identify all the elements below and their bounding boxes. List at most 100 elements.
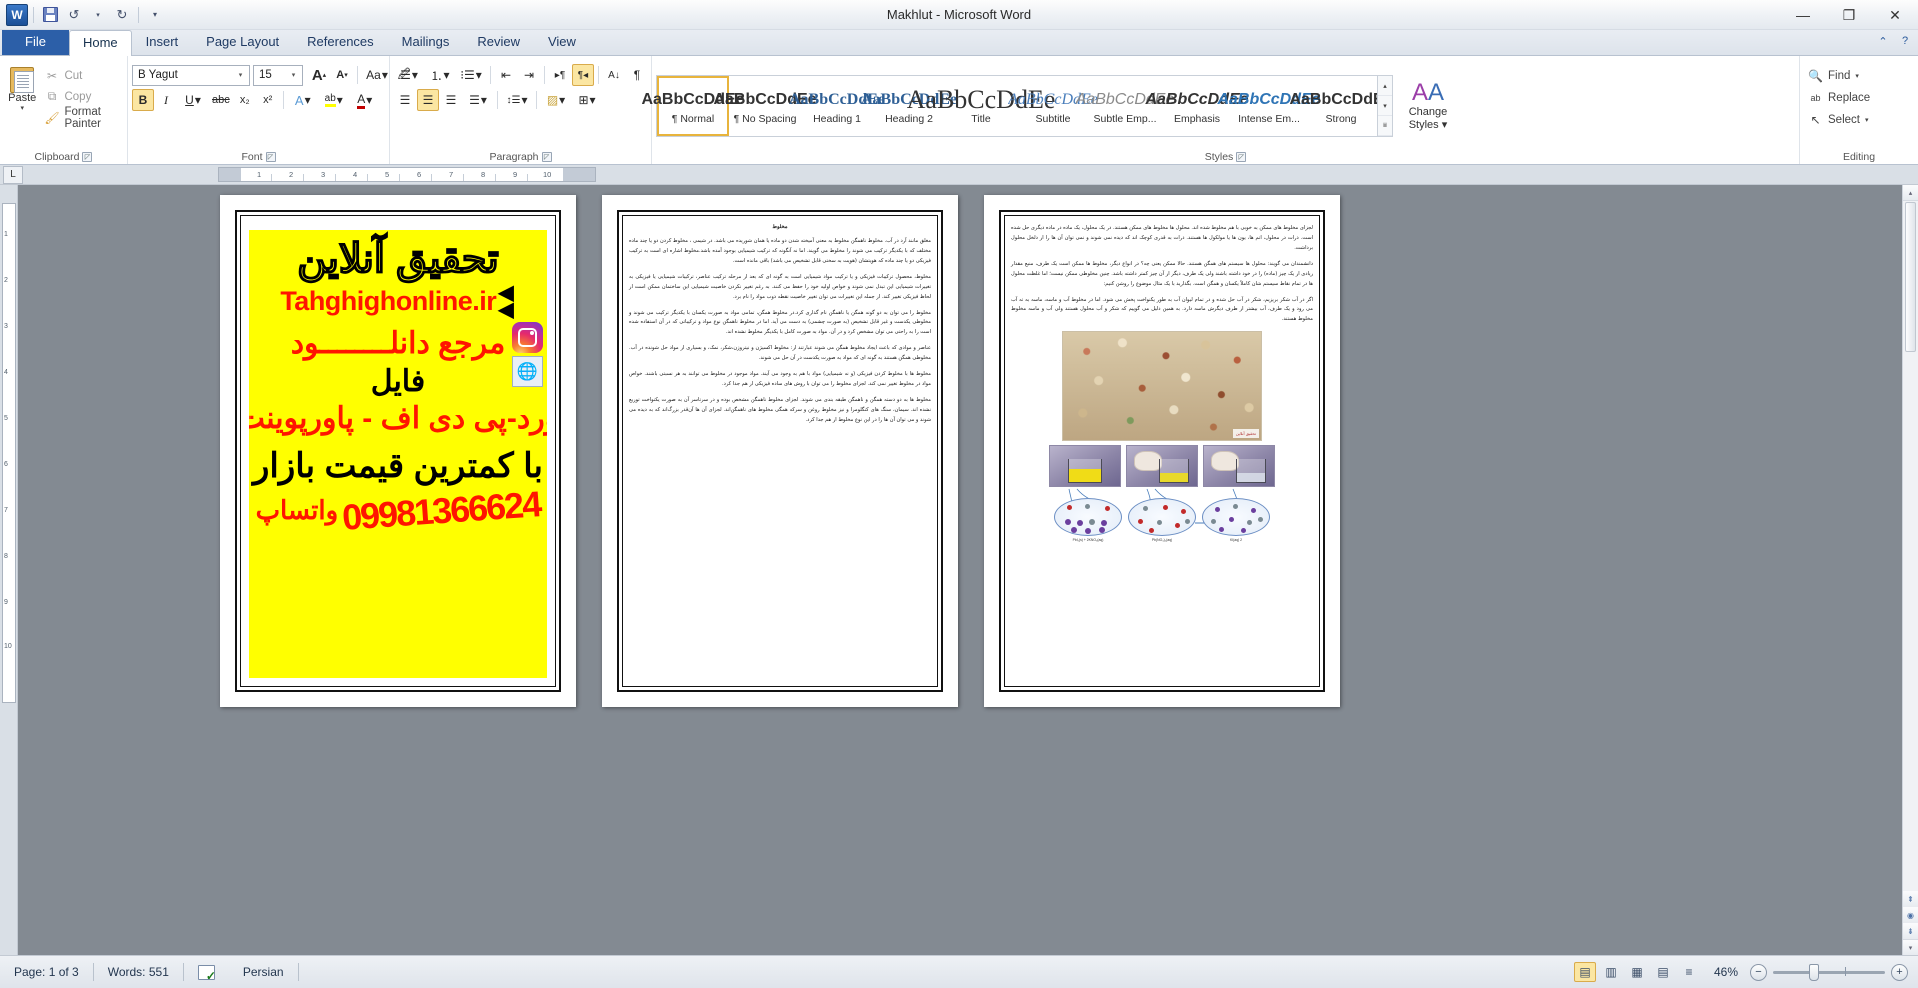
document-page-2[interactable]: مخلوط مغلق مانند آرد در آب. مخلوط ناهمگن…: [602, 195, 958, 707]
save-icon[interactable]: [39, 4, 61, 26]
document-page-1[interactable]: تحقیق آنلاین ◀ ◀ Tahghighonline.ir 🌐 مرج…: [220, 195, 576, 707]
find-dropdown-icon[interactable]: ▾: [1855, 72, 1859, 80]
chevron-down-icon[interactable]: ▾: [234, 71, 247, 79]
styles-gallery-scrollbar[interactable]: ▴ ▾ ⩸: [1377, 76, 1392, 136]
align-right-button[interactable]: ☰: [440, 89, 462, 111]
format-painter-button[interactable]: 🖌 Format Painter: [40, 106, 123, 130]
tab-page-layout[interactable]: Page Layout: [192, 29, 293, 55]
close-button[interactable]: ✕: [1872, 0, 1918, 30]
tab-home[interactable]: Home: [68, 30, 132, 56]
page-indicator[interactable]: Page: 1 of 3: [0, 956, 93, 988]
select-dropdown-icon[interactable]: ▾: [1865, 116, 1869, 124]
rtl-text-direction-button[interactable]: ¶◂: [572, 64, 594, 86]
font-color-button[interactable]: A ▾: [350, 89, 380, 111]
vertical-scrollbar[interactable]: ▴ ⇞ ◉ ⇟ ▾: [1902, 185, 1918, 955]
scroll-up-icon[interactable]: ▴: [1903, 185, 1918, 201]
bullets-button[interactable]: ☰ ▾: [394, 64, 424, 86]
vertical-ruler[interactable]: 1 2 3 4 5 6 7 8 9 10: [0, 185, 18, 955]
paste-dropdown-icon[interactable]: ▾: [20, 104, 24, 112]
tab-file[interactable]: File: [2, 28, 69, 55]
line-spacing-button[interactable]: ↕☰ ▾: [502, 89, 532, 111]
ltr-text-direction-button[interactable]: ▸¶: [549, 64, 571, 86]
chevron-down-icon[interactable]: ▾: [481, 93, 487, 107]
gallery-more-icon[interactable]: ⩸: [1378, 116, 1392, 136]
horizontal-ruler[interactable]: 1 2 3 4 5 6 7 8 9 10: [218, 167, 596, 182]
view-web-layout-button[interactable]: ▦: [1626, 962, 1648, 982]
tab-view[interactable]: View: [534, 29, 590, 55]
chevron-down-icon[interactable]: ▾: [559, 93, 565, 107]
undo-icon[interactable]: ↺: [63, 4, 85, 26]
find-button[interactable]: 🔍 Find ▾: [1804, 65, 1863, 86]
shading-button[interactable]: ▨ ▾: [541, 89, 571, 111]
copy-button[interactable]: ⧉ Copy: [40, 86, 123, 107]
paragraph-dialog-launcher[interactable]: ◸: [541, 151, 552, 162]
chevron-down-icon[interactable]: ▾: [305, 93, 311, 107]
customize-qat-icon[interactable]: ▾: [144, 4, 166, 26]
tab-mailings[interactable]: Mailings: [388, 29, 464, 55]
replace-button[interactable]: ab Replace: [1804, 87, 1874, 108]
justify-button[interactable]: ☰ ▾: [463, 89, 493, 111]
chevron-down-icon[interactable]: ▾: [521, 93, 527, 107]
style-strong[interactable]: AaBbCcDdEe Strong: [1289, 76, 1392, 136]
zoom-out-button[interactable]: −: [1750, 963, 1767, 981]
help-icon[interactable]: ?: [1896, 32, 1914, 50]
cut-button[interactable]: ✂ Cut: [40, 65, 123, 86]
underline-button[interactable]: U ▾: [178, 89, 208, 111]
chevron-down-icon[interactable]: ▾: [287, 71, 300, 79]
multilevel-list-button[interactable]: ⁝☰ ▾: [456, 64, 486, 86]
collapse-ribbon-icon[interactable]: ⌃: [1874, 32, 1892, 50]
increase-indent-button[interactable]: ⇥: [518, 64, 540, 86]
tab-review[interactable]: Review: [463, 29, 534, 55]
style-title[interactable]: AaBbCcDdEe Title: [907, 76, 1056, 136]
subscript-button[interactable]: x₂: [234, 89, 256, 111]
gallery-scroll-up-icon[interactable]: ▴: [1378, 76, 1392, 96]
gallery-scroll-down-icon[interactable]: ▾: [1378, 96, 1392, 116]
show-formatting-marks-button[interactable]: ¶: [626, 64, 648, 86]
previous-page-icon[interactable]: ⇞: [1903, 891, 1918, 907]
grow-font-button[interactable]: A ▴: [308, 64, 330, 86]
view-print-layout-button[interactable]: ▤: [1574, 962, 1596, 982]
language-indicator[interactable]: Persian: [229, 956, 298, 988]
chevron-down-icon[interactable]: ▾: [476, 68, 482, 82]
tab-stop-selector[interactable]: L: [3, 165, 23, 184]
document-page-3[interactable]: لجزای مخلوط های ممکن به خوبی با هم مخلوط…: [984, 195, 1340, 707]
borders-button[interactable]: ⊞ ▾: [572, 89, 602, 111]
clipboard-dialog-launcher[interactable]: ◸: [82, 151, 93, 162]
view-outline-button[interactable]: ▤: [1652, 962, 1674, 982]
chevron-down-icon[interactable]: ▾: [337, 93, 343, 107]
bold-button[interactable]: B: [132, 89, 154, 111]
maximize-button[interactable]: ❐: [1826, 0, 1872, 30]
highlight-button[interactable]: ab ▾: [319, 89, 349, 111]
chevron-down-icon[interactable]: ▾: [382, 68, 388, 82]
change-case-button[interactable]: Aa ▾: [362, 64, 392, 86]
tab-insert[interactable]: Insert: [132, 29, 193, 55]
chevron-down-icon[interactable]: ▾: [590, 93, 596, 107]
strikethrough-button[interactable]: abc: [209, 89, 233, 111]
select-button[interactable]: ↖ Select ▾: [1804, 109, 1872, 130]
next-page-icon[interactable]: ⇟: [1903, 923, 1918, 939]
zoom-slider[interactable]: − +: [1750, 963, 1908, 981]
undo-dropdown-icon[interactable]: ▾: [87, 4, 109, 26]
text-effects-button[interactable]: A ▾: [288, 89, 318, 111]
scroll-down-icon[interactable]: ▾: [1903, 939, 1918, 955]
chevron-down-icon[interactable]: ▾: [443, 68, 449, 82]
zoom-in-button[interactable]: +: [1891, 963, 1908, 981]
sort-button[interactable]: A↓: [603, 64, 625, 86]
italic-button[interactable]: I: [155, 89, 177, 111]
numbering-button[interactable]: ⒈ ▾: [425, 64, 455, 86]
zoom-slider-thumb[interactable]: [1809, 963, 1819, 981]
shrink-font-button[interactable]: A ▾: [331, 64, 353, 86]
align-left-button[interactable]: ☰: [394, 89, 416, 111]
view-full-screen-reading-button[interactable]: ▥: [1600, 962, 1622, 982]
font-size-input[interactable]: 15 ▾: [253, 64, 303, 86]
zoom-level-label[interactable]: 46%: [1704, 965, 1746, 979]
paste-button[interactable]: Paste ▾: [4, 61, 40, 115]
styles-dialog-launcher[interactable]: ◸: [1236, 151, 1247, 162]
word-logo-icon[interactable]: W: [6, 3, 28, 26]
zoom-track[interactable]: [1773, 963, 1885, 981]
word-count[interactable]: Words: 551: [94, 956, 183, 988]
chevron-down-icon[interactable]: ▾: [366, 93, 372, 107]
minimize-button[interactable]: —: [1780, 0, 1826, 30]
proofing-status[interactable]: [184, 956, 229, 988]
chevron-down-icon[interactable]: ▾: [412, 68, 418, 82]
